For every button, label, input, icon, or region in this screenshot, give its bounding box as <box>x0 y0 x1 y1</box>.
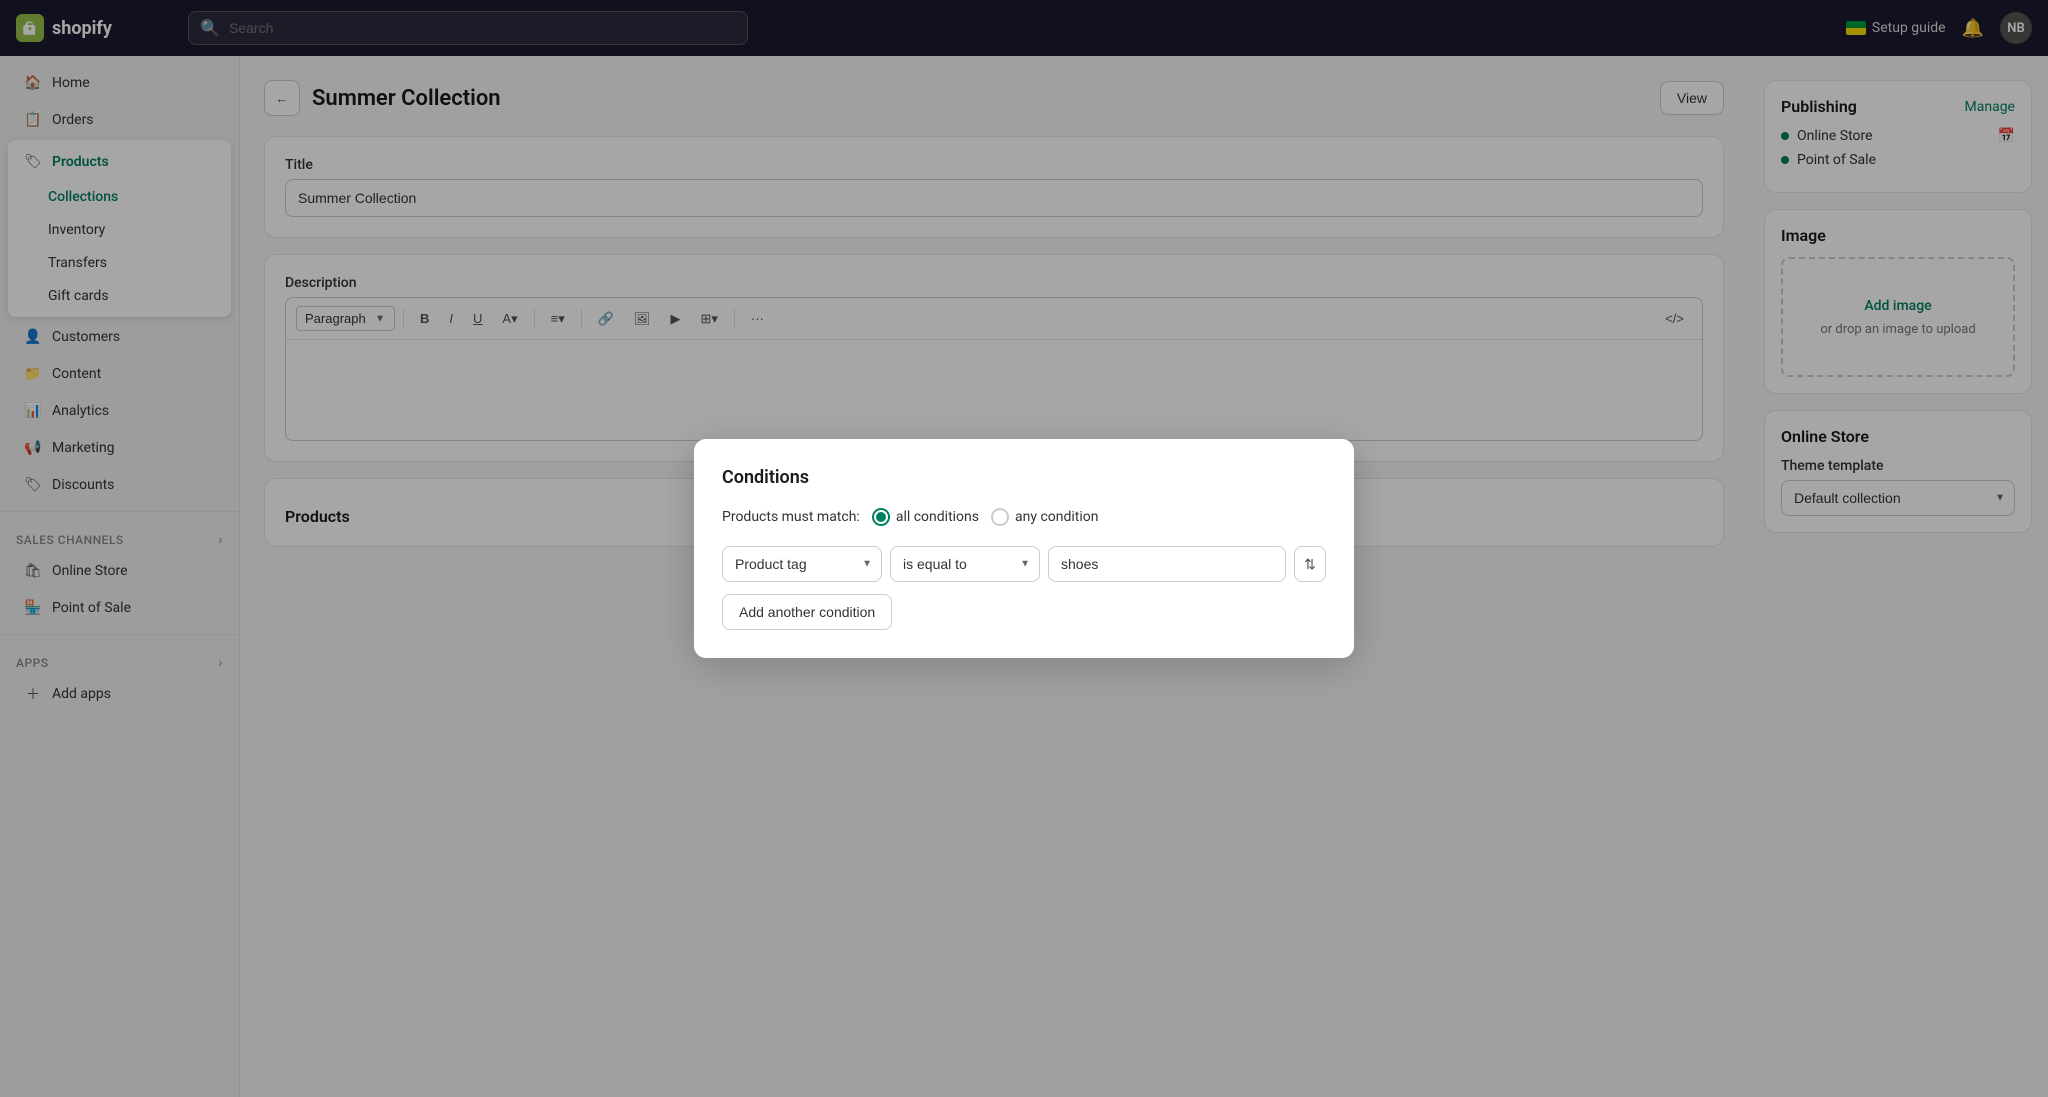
conditions-modal-title: Conditions <box>722 467 1326 488</box>
any-condition-label: any condition <box>1015 509 1099 525</box>
field-select-wrapper: Product tag Product title Product type P… <box>722 546 882 582</box>
operator-select-wrapper: is equal to is not equal to starts with … <box>890 546 1040 582</box>
any-condition-radio[interactable] <box>991 508 1009 526</box>
conditions-match-row: Products must match: all conditions any … <box>722 508 1326 526</box>
modal-overlay[interactable]: Conditions Products must match: all cond… <box>0 0 2048 1097</box>
condition-reorder-btn[interactable]: ⇅ <box>1294 546 1326 582</box>
all-conditions-option[interactable]: all conditions <box>872 508 979 526</box>
conditions-modal: Conditions Products must match: all cond… <box>694 439 1354 658</box>
all-conditions-label: all conditions <box>896 509 979 525</box>
field-select[interactable]: Product tag Product title Product type P… <box>722 546 882 582</box>
add-condition-button[interactable]: Add another condition <box>722 594 892 630</box>
condition-value-input[interactable] <box>1048 546 1286 582</box>
match-label: Products must match: <box>722 509 860 525</box>
all-conditions-radio[interactable] <box>872 508 890 526</box>
condition-row-0: Product tag Product title Product type P… <box>722 546 1326 582</box>
any-condition-option[interactable]: any condition <box>991 508 1099 526</box>
all-conditions-radio-inner <box>876 512 886 522</box>
operator-select[interactable]: is equal to is not equal to starts with … <box>890 546 1040 582</box>
